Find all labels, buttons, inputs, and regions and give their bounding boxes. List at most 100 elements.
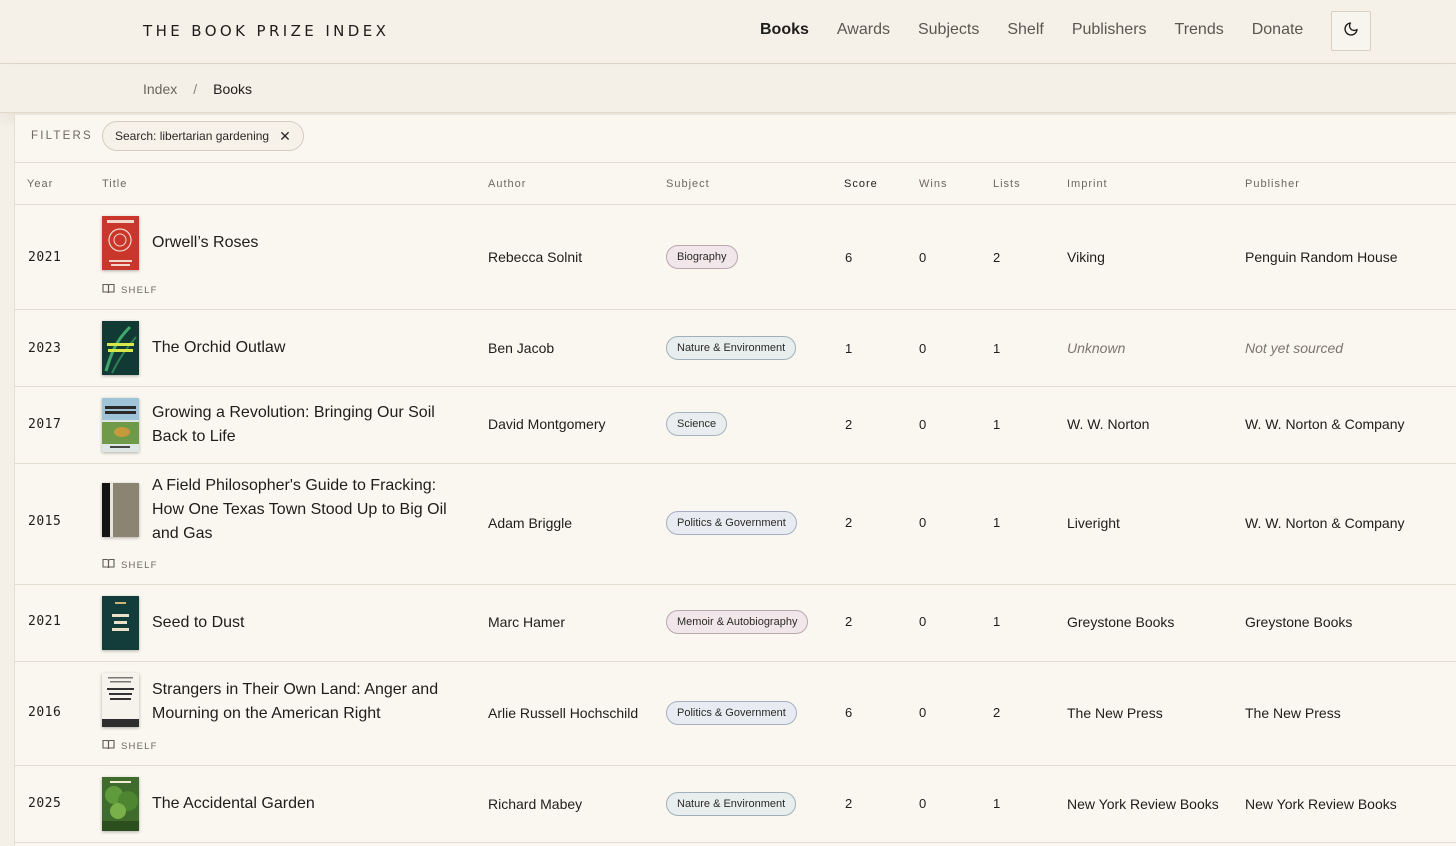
column-header-wins[interactable]: Wins xyxy=(919,178,947,190)
author-cell[interactable]: Marc Hamer xyxy=(488,614,565,630)
breadcrumb-separator: / xyxy=(193,81,198,97)
subject-badge[interactable]: Politics & Government xyxy=(666,701,797,725)
imprint-cell[interactable]: W. W. Norton xyxy=(1067,416,1149,432)
score-cell: 1 xyxy=(845,341,853,356)
book-title[interactable]: Growing a Revolution: Bringing Our Soil … xyxy=(152,401,452,449)
imprint-cell: Unknown xyxy=(1067,340,1126,356)
author-cell[interactable]: Rebecca Solnit xyxy=(488,249,582,265)
shelf-label: SHELF xyxy=(121,284,158,296)
column-header-score[interactable]: Score xyxy=(844,178,878,190)
publisher-cell: Not yet sourced xyxy=(1245,340,1344,356)
lists-cell: 1 xyxy=(993,796,1001,811)
author-cell[interactable]: David Montgomery xyxy=(488,416,606,432)
column-header-imprint[interactable]: Imprint xyxy=(1067,178,1108,190)
imprint-cell[interactable]: Greystone Books xyxy=(1067,614,1174,630)
lists-cell: 2 xyxy=(993,250,1001,265)
imprint-cell[interactable]: Viking xyxy=(1067,249,1105,265)
column-header-lists[interactable]: Lists xyxy=(993,178,1021,190)
column-header-publisher[interactable]: Publisher xyxy=(1245,178,1300,190)
publisher-cell[interactable]: W. W. Norton & Company xyxy=(1245,416,1405,432)
search-filter-chip[interactable]: Search: libertarian gardening ✕ xyxy=(102,121,304,151)
book-title[interactable]: Orwell’s Roses xyxy=(152,231,452,255)
subject-badge[interactable]: Politics & Government xyxy=(666,511,797,535)
author-cell[interactable]: Arlie Russell Hochschild xyxy=(488,705,638,721)
site-brand[interactable]: THE BOOK PRIZE INDEX xyxy=(143,22,389,40)
nav-awards[interactable]: Awards xyxy=(837,21,890,39)
column-header-year[interactable]: Year xyxy=(27,178,53,190)
year-cell: 2016 xyxy=(28,705,62,720)
imprint-cell[interactable]: Liveright xyxy=(1067,515,1120,531)
author-cell[interactable]: Ben Jacob xyxy=(488,340,554,356)
publisher-cell[interactable]: W. W. Norton & Company xyxy=(1245,515,1405,531)
shelf-button[interactable]: SHELF xyxy=(102,558,158,572)
book-title[interactable]: The Orchid Outlaw xyxy=(152,336,452,360)
table-row[interactable]: 2021 Orwell’s Roses SHELF Rebecca Solnit… xyxy=(15,205,1456,310)
breadcrumb-index-link[interactable]: Index xyxy=(143,81,177,97)
breadcrumb-bar: Index / Books xyxy=(0,65,1456,113)
nav-publishers[interactable]: Publishers xyxy=(1072,21,1147,39)
score-cell: 6 xyxy=(845,705,853,720)
publisher-cell[interactable]: Greystone Books xyxy=(1245,614,1352,630)
book-title[interactable]: Seed to Dust xyxy=(152,611,452,635)
subject-badge[interactable]: Memoir & Autobiography xyxy=(666,610,809,634)
subject-badge[interactable]: Nature & Environment xyxy=(666,336,797,360)
book-cover[interactable] xyxy=(102,321,139,375)
book-cover[interactable] xyxy=(102,483,139,537)
score-cell: 2 xyxy=(845,614,853,629)
publisher-cell[interactable]: Penguin Random House xyxy=(1245,249,1398,265)
column-header-author[interactable]: Author xyxy=(488,178,526,190)
nav-books[interactable]: Books xyxy=(760,21,809,39)
top-navigation-bar: THE BOOK PRIZE INDEX Books Awards Subjec… xyxy=(0,0,1456,64)
table-row[interactable]: 2023 The Orchid Outlaw Ben Jacob Nature … xyxy=(15,310,1456,387)
nav-trends[interactable]: Trends xyxy=(1175,21,1224,39)
table-row[interactable]: 2017 Growing a Revolution: Bringing Our … xyxy=(15,387,1456,464)
nav-donate[interactable]: Donate xyxy=(1252,21,1304,39)
filter-chip-label: Search: libertarian gardening xyxy=(115,129,270,143)
year-cell: 2017 xyxy=(28,417,62,432)
subject-badge[interactable]: Nature & Environment xyxy=(666,792,797,816)
book-title[interactable]: A Field Philosopher's Guide to Fracking:… xyxy=(152,474,452,546)
breadcrumb-current: Books xyxy=(213,81,253,97)
filters-bar: FILTERS Search: libertarian gardening ✕ xyxy=(15,115,1456,163)
lists-cell: 1 xyxy=(993,341,1001,356)
year-cell: 2015 xyxy=(28,514,62,529)
wins-cell: 0 xyxy=(919,515,927,530)
imprint-cell[interactable]: The New Press xyxy=(1067,705,1163,721)
shelf-button[interactable]: SHELF xyxy=(102,739,158,753)
table-row[interactable]: 2021 Seed to Dust Marc Hamer Memoir & Au… xyxy=(15,585,1456,662)
wins-cell: 0 xyxy=(919,341,927,356)
wins-cell: 0 xyxy=(919,250,927,265)
year-cell: 2021 xyxy=(28,614,62,629)
main-nav: Books Awards Subjects Shelf Publishers T… xyxy=(760,21,1331,39)
nav-subjects[interactable]: Subjects xyxy=(918,21,979,39)
nav-shelf[interactable]: Shelf xyxy=(1007,21,1043,39)
moon-icon xyxy=(1343,21,1359,42)
close-icon[interactable]: ✕ xyxy=(279,128,291,145)
book-cover[interactable] xyxy=(102,777,139,831)
theme-toggle-button[interactable] xyxy=(1331,11,1371,51)
column-header-subject[interactable]: Subject xyxy=(666,178,710,190)
book-cover[interactable] xyxy=(102,596,139,650)
imprint-cell[interactable]: New York Review Books xyxy=(1067,796,1219,812)
column-header-title[interactable]: Title xyxy=(102,178,127,190)
book-cover[interactable] xyxy=(102,216,139,270)
book-title[interactable]: The Accidental Garden xyxy=(152,792,452,816)
lists-cell: 1 xyxy=(993,417,1001,432)
lists-cell: 2 xyxy=(993,705,1001,720)
author-cell[interactable]: Richard Mabey xyxy=(488,796,582,812)
table-row[interactable]: 2025 The Accidental Garden Richard Mabey… xyxy=(15,766,1456,843)
publisher-cell[interactable]: New York Review Books xyxy=(1245,796,1397,812)
books-panel: FILTERS Search: libertarian gardening ✕ … xyxy=(14,115,1456,846)
subject-badge[interactable]: Biography xyxy=(666,245,738,269)
shelf-button[interactable]: SHELF xyxy=(102,283,158,297)
table-row[interactable]: 2016 Strangers in Their Own Land: Anger … xyxy=(15,662,1456,766)
book-cover[interactable] xyxy=(102,398,139,452)
author-cell[interactable]: Adam Briggle xyxy=(488,515,572,531)
book-title[interactable]: Strangers in Their Own Land: Anger and M… xyxy=(152,678,452,726)
table-row[interactable]: 2015 A Field Philosopher's Guide to Frac… xyxy=(15,464,1456,585)
publisher-cell[interactable]: The New Press xyxy=(1245,705,1341,721)
wins-cell: 0 xyxy=(919,705,927,720)
subject-badge[interactable]: Science xyxy=(666,412,728,436)
book-open-icon xyxy=(102,739,121,753)
book-cover[interactable] xyxy=(102,673,139,727)
